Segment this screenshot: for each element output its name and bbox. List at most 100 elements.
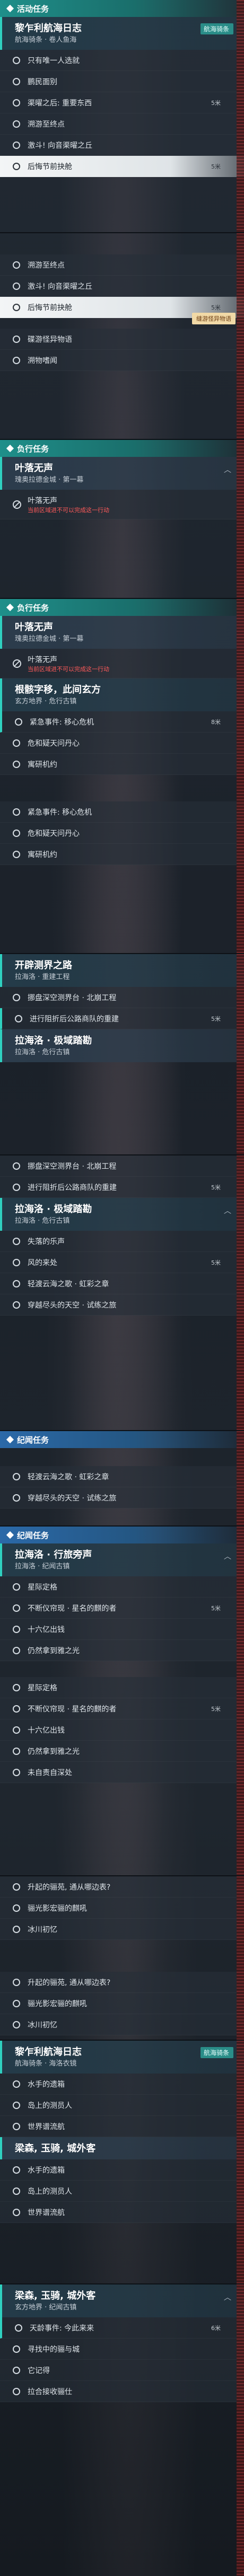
step-row[interactable]: 失落的乐声 — [0, 1231, 244, 1252]
step-row[interactable]: 轻渡云海之歌 · 虹彩之章 — [0, 1466, 244, 1487]
circle-icon — [13, 1904, 20, 1912]
step-row[interactable]: 寓研机约 — [0, 844, 244, 865]
chevron-up-icon[interactable]: ︿ — [224, 2292, 231, 2302]
circle-icon — [13, 282, 20, 290]
step-row[interactable]: 星际定格 — [0, 1576, 244, 1598]
step-row[interactable]: 仍然拿到雅之光 — [0, 1741, 244, 1762]
step-row[interactable]: 激斗! 向音渠曜之丘 — [0, 276, 244, 297]
step-row[interactable]: 拉合接收骊仕 — [0, 2381, 244, 2402]
circle-icon — [13, 993, 20, 1001]
chevron-up-icon[interactable]: ︿ — [224, 1205, 231, 1216]
chevron-up-icon[interactable]: ︿ — [224, 1551, 231, 1562]
quest-card-bell[interactable]: 叶落无声 瑰奥拉德金城 · 第一幕 — [0, 616, 244, 649]
step-row[interactable]: 岛上的测员人 — [0, 2095, 244, 2116]
step-row[interactable]: 骊光影宏骊的麒吼 — [0, 1898, 244, 1919]
quest-card-bell2[interactable]: 拉海洛 · 行旅旁声 拉海洛 · 纪闻古镇 ︿ — [0, 1543, 244, 1576]
quest-subtitle: 航海骑条 · 卷人鱼海 — [15, 36, 77, 44]
step-row-highlighted[interactable]: 后悔节前抉舱 5米 — [0, 156, 244, 177]
step-row[interactable]: 寻找中的骊与城 — [0, 2339, 244, 2360]
circle-icon — [13, 808, 20, 816]
circle-icon — [13, 850, 20, 858]
side-edge-decoration — [237, 440, 244, 598]
step-row[interactable]: 骊光影宏骊的麒吼 — [0, 1993, 244, 2014]
step-row[interactable]: 不断仪帘现 · 星名的麒的者 5米 — [0, 1598, 244, 1619]
step-row[interactable]: 十六亿出钱 — [0, 1619, 244, 1640]
navigate-tag[interactable]: 航海骑条 — [200, 2047, 233, 2058]
step-row[interactable]: 不断仪帘现 · 星名的麒的者 5米 — [0, 1698, 244, 1719]
step-row[interactable]: 碟游怪异物语 — [0, 329, 244, 350]
screenshot-panel-9: 升起的骊苑, 通从哪边表? 骊光影宏骊的麒吼 冰川初忆 升起的骊苑, 通从哪边表… — [0, 1876, 244, 2041]
step-row[interactable]: 紧急事件: 移心危机 — [0, 801, 244, 823]
step-row[interactable]: 紧急事件: 移心危机 8米 — [0, 711, 244, 733]
step-row[interactable]: 挪盘深空测界台 · 北崩工程 — [0, 1155, 244, 1177]
screenshot-panel-1: 活动任务 黎乍利航海日志 航海骑条 · 卷人鱼海 航海骑条 只有唯一人选就 鹏民… — [0, 0, 244, 233]
step-row[interactable]: 激斗! 向音渠曜之丘 — [0, 135, 244, 156]
circle-icon — [13, 1705, 20, 1713]
step-row[interactable]: 升起的骊苑, 通从哪边表? — [0, 1876, 244, 1898]
circle-icon — [13, 2387, 20, 2395]
quest-card-road[interactable]: 开辟测界之路 拉海洛 · 重建工程 — [0, 954, 244, 987]
step-row[interactable]: 危和疑天问丹心 — [0, 823, 244, 844]
step-row[interactable]: 冰川初忆 — [0, 2014, 244, 2035]
quest-card-stray[interactable]: 拉海洛 · 极域踏勘 拉海洛 · 危行古镇 — [0, 1029, 244, 1062]
circle-icon — [13, 1183, 20, 1191]
circle-icon — [13, 1472, 20, 1480]
step-row[interactable]: 穿越尽头的天空 · 试练之旅 — [0, 1487, 244, 1508]
chevron-up-icon[interactable]: ︿ — [224, 464, 231, 475]
quest-card-beam[interactable]: 梁森, 玉骑, 城外客 — [0, 2137, 244, 2159]
step-row[interactable]: 溯物嗜闻 — [0, 350, 244, 371]
step-row[interactable]: 岛上的测员人 — [0, 2181, 244, 2202]
step-row[interactable]: 升起的骊苑, 通从哪边表? — [0, 1972, 244, 1993]
step-row[interactable]: 进行阻折后公路商队的重建 5米 — [0, 1177, 244, 1198]
step-row[interactable]: 危和疑天问丹心 — [0, 733, 244, 754]
step-row[interactable]: 水手的遗箱 — [0, 2159, 244, 2181]
circle-icon — [13, 1883, 20, 1891]
step-row[interactable]: 水手的遗箱 — [0, 2074, 244, 2095]
screenshot-panel-11: 梁森, 玉骑, 城外客 玄方地界 · 纪闻古镇 ︿ 天龄事件: 今此来来 6米 寻… — [0, 2284, 244, 2576]
circle-icon — [13, 1604, 20, 1612]
step-row[interactable]: 世界谱流航 — [0, 2202, 244, 2223]
step-row[interactable]: 仍然拿到雅之光 — [0, 1640, 244, 1661]
quest-card-stray[interactable]: 拉海洛 · 极域踏勘 拉海洛 · 危行古镇 ︿ — [0, 1198, 244, 1231]
step-row[interactable]: 十六亿出钱 — [0, 1719, 244, 1741]
step-row[interactable]: 溯游至终点 — [0, 254, 244, 276]
step-row[interactable]: 它记得 — [0, 2360, 244, 2381]
step-row[interactable]: 挪盘深空测界台 · 北崩工程 — [0, 987, 244, 1008]
quest-card-beam[interactable]: 梁森, 玉骑, 城外客 玄方地界 · 纪闻古镇 ︿ — [0, 2284, 244, 2317]
circle-icon — [13, 162, 20, 170]
step-row[interactable]: 溯游至终点 — [0, 113, 244, 135]
circle-icon — [13, 1726, 20, 1734]
circle-icon — [13, 1162, 20, 1170]
step-row[interactable]: 进行阻折后公路商队的重建 5米 — [0, 1008, 244, 1029]
step-row[interactable]: 风的来处 5米 — [0, 1252, 244, 1273]
step-row[interactable]: 鹏民面别 — [0, 71, 244, 92]
quest-card-foot[interactable]: 根骸字移，此间玄方 玄方地界 · 危行古镇 — [0, 678, 244, 711]
step-row[interactable]: 只有唯一人选就 — [0, 50, 244, 71]
step-row[interactable]: 未自责自深处 — [0, 1762, 244, 1783]
step-row[interactable]: 天龄事件: 今此来来 6米 — [0, 2317, 244, 2339]
quest-card-lemuria[interactable]: 黎乍利航海日志 航海骑条 · 海洛衣镜 航海骑条 — [0, 2041, 244, 2074]
circle-icon — [13, 1999, 20, 2007]
circle-icon — [13, 760, 20, 768]
quest-title: 叶落无声 — [15, 622, 53, 633]
step-row-blocked[interactable]: 叶落无声 当前区域进不可以完成这一行动 — [0, 490, 244, 519]
circle-icon — [13, 335, 20, 343]
circle-icon — [13, 1583, 20, 1591]
step-row[interactable]: 寓研机约 — [0, 754, 244, 775]
step-row-blocked[interactable]: 叶落无声 当前区域进不可以完成这一行动 — [0, 649, 244, 678]
step-row[interactable]: 轻渡云海之歌 · 虹彩之章 — [0, 1273, 244, 1294]
step-row[interactable]: 世界谱流航 — [0, 2116, 244, 2137]
quest-card-bell[interactable]: 叶落无声 瑰奥拉德金城 · 第一幕 ︿ — [0, 457, 244, 490]
step-row[interactable]: 冰川初忆 — [0, 1919, 244, 1940]
quest-card-lemuria[interactable]: 黎乍利航海日志 航海骑条 · 卷人鱼海 航海骑条 — [0, 17, 244, 50]
circle-icon — [13, 1683, 20, 1691]
circle-icon — [15, 718, 22, 726]
screenshot-panel-8: 纪闻任务 拉海洛 · 行旅旁声 拉海洛 · 纪闻古镇 ︿ 星际定格 不断仪帘现 … — [0, 1527, 244, 1876]
step-row[interactable]: 渠曜之后: 重要东西 5米 — [0, 92, 244, 113]
step-row[interactable]: 穿越尽头的天空 · 试练之旅 — [0, 1294, 244, 1316]
step-row[interactable]: 星际定格 — [0, 1677, 244, 1698]
circle-icon — [15, 1014, 22, 1022]
quest-subtitle: 瑰奥拉德金城 · 第一幕 — [15, 476, 84, 484]
quest-subtitle: 玄方地界 · 危行古镇 — [15, 698, 77, 705]
navigate-tag[interactable]: 航海骑条 — [200, 23, 233, 34]
